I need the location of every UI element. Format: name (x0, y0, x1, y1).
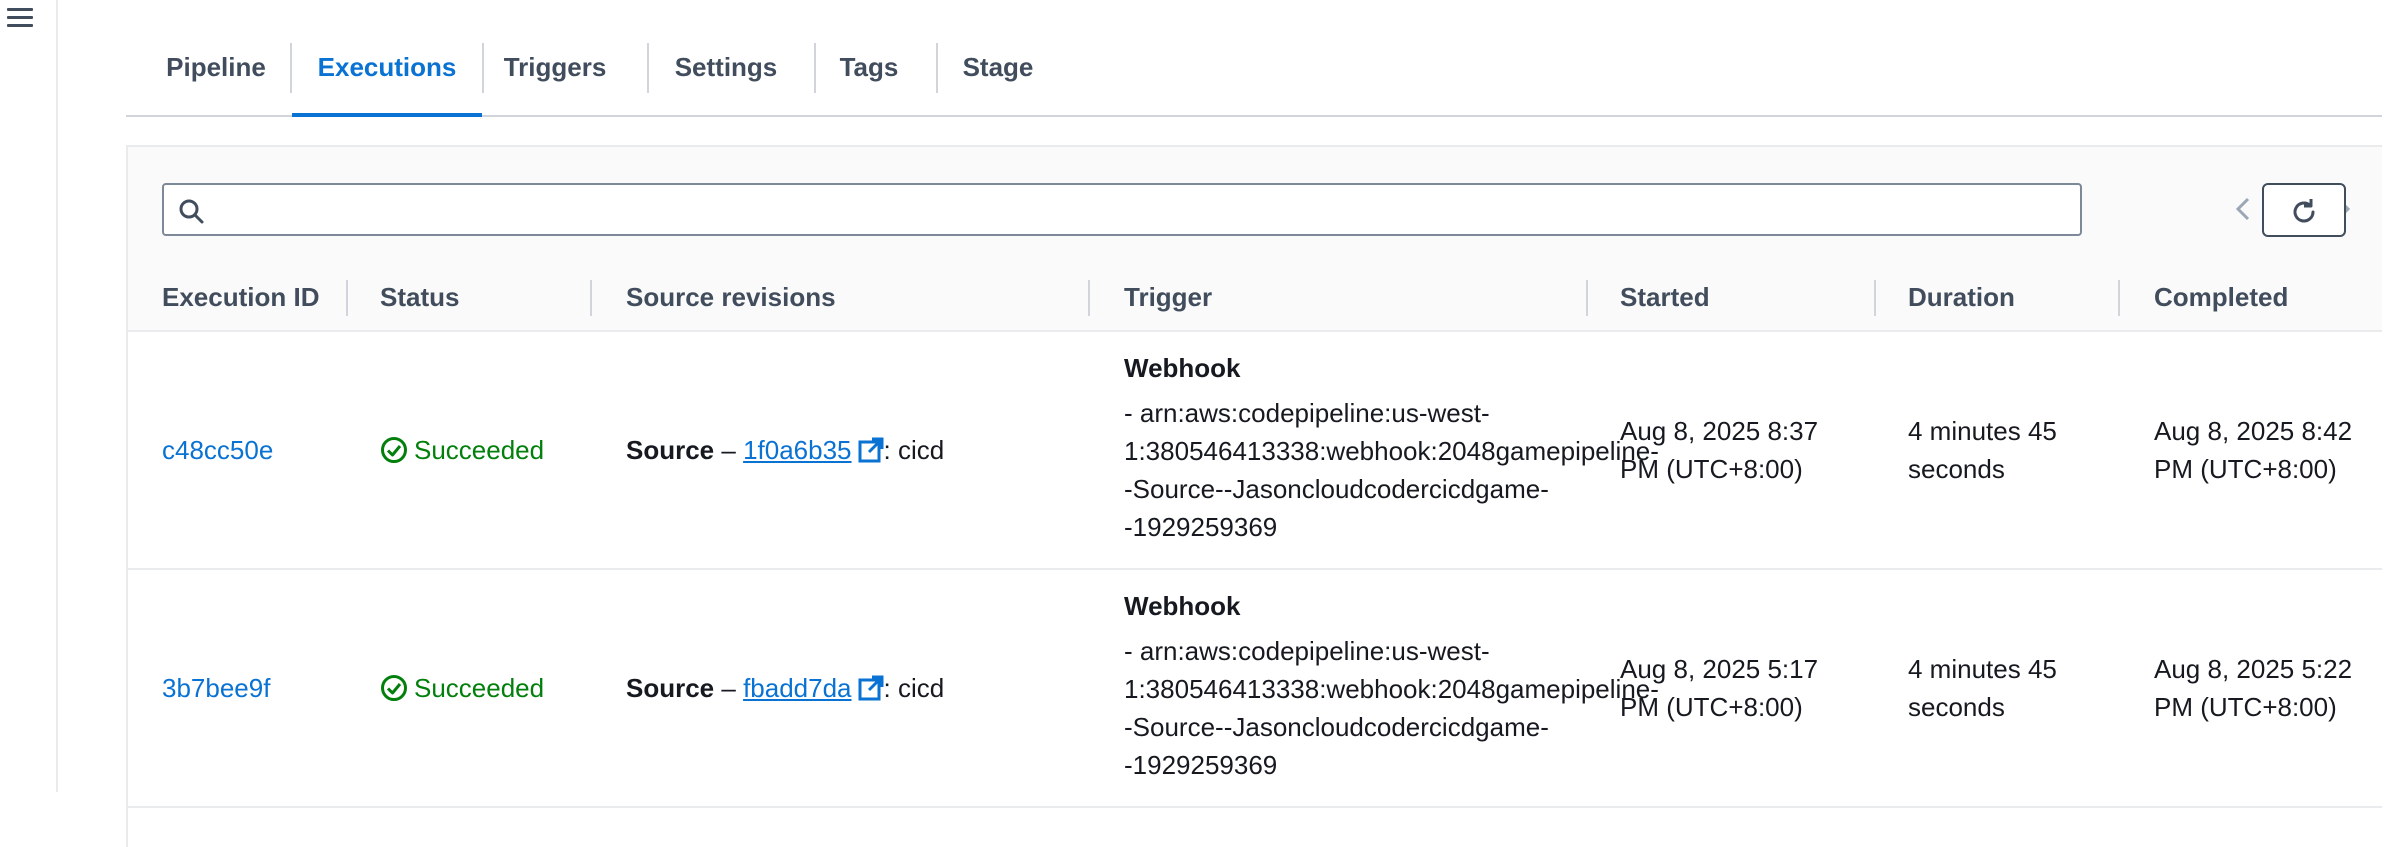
table-row: c48cc50e Succeeded Source – 1f0a6b35 : ci… (128, 332, 2382, 570)
started-time: Aug 8, 2025 5:17 PM (UTC+8:00) (1620, 650, 1818, 726)
duration: 4 minutes 45 seconds (1908, 412, 2057, 488)
tab-divider (482, 43, 484, 93)
execution-id-link[interactable]: c48cc50e (162, 431, 273, 469)
tab-divider (647, 43, 649, 93)
column-divider (346, 280, 348, 316)
source-label: Source (626, 673, 715, 703)
duration-line: 4 minutes 45 (1908, 654, 2057, 684)
completed-line: Aug 8, 2025 5:22 (2154, 654, 2353, 684)
success-check-icon (381, 437, 407, 463)
duration-line: seconds (1908, 692, 2005, 722)
column-divider (590, 280, 592, 316)
tab-executions[interactable]: Executions (292, 20, 482, 117)
column-header-duration[interactable]: Duration (1908, 264, 2015, 330)
trigger-line: - arn:aws:codepipeline:us-west- (1124, 636, 1490, 666)
source-revision: Source – fbadd7da : cicd (626, 669, 944, 707)
started-line: Aug 8, 2025 8:37 (1620, 416, 1819, 446)
trigger-type: Webhook (1124, 353, 1241, 383)
source-revision: Source – 1f0a6b35 : cicd (626, 431, 944, 469)
tab-tags[interactable]: Tags (832, 20, 906, 115)
table-row: 3b7bee9f Succeeded Source – fbadd7da : ci… (128, 570, 2382, 808)
trigger-line: -1929259369 (1124, 750, 1278, 780)
tab-bar: Pipeline Executions Triggers Settings Ta… (126, 20, 2382, 117)
hamburger-icon[interactable] (7, 8, 33, 28)
execution-id-link[interactable]: 3b7bee9f (162, 669, 270, 707)
success-check-icon (381, 675, 407, 701)
status-badge: Succeeded (380, 431, 544, 469)
trigger-type: Webhook (1124, 591, 1241, 621)
trigger-details: Webhook - arn:aws:codepipeline:us-west- … (1124, 587, 1659, 784)
source-label: Source (626, 435, 715, 465)
panel-header: 1 (128, 147, 2382, 264)
refresh-button[interactable] (2262, 183, 2346, 237)
external-link-icon[interactable] (858, 437, 884, 463)
commit-link[interactable]: 1f0a6b35 (743, 435, 851, 465)
source-branch: : cicd (883, 435, 945, 465)
trigger-line: 1:380546413338:webhook:2048gamepipeline- (1124, 436, 1659, 466)
tab-stage[interactable]: Stage (952, 20, 1044, 115)
column-divider (1586, 280, 1588, 316)
column-divider (2118, 280, 2120, 316)
duration-line: 4 minutes 45 (1908, 416, 2057, 446)
column-header-trigger[interactable]: Trigger (1124, 264, 1212, 330)
completed-time: Aug 8, 2025 8:42 PM (UTC+8:00) (2154, 412, 2352, 488)
trigger-line: 1:380546413338:webhook:2048gamepipeline- (1124, 674, 1659, 704)
status-text: Succeeded (414, 673, 545, 703)
side-navigation-rail (0, 0, 58, 792)
external-link-icon[interactable] (858, 675, 884, 701)
tab-pipeline[interactable]: Pipeline (160, 20, 272, 115)
column-header-started[interactable]: Started (1620, 264, 1710, 330)
search-input[interactable] (162, 183, 2082, 236)
commit-link[interactable]: fbadd7da (743, 673, 851, 703)
trigger-line: -Source--Jasoncloudcodercicdgame- (1124, 474, 1549, 504)
column-divider (1874, 280, 1876, 316)
column-divider (1088, 280, 1090, 316)
trigger-line: -1929259369 (1124, 512, 1278, 542)
source-dash: – (714, 435, 744, 465)
started-time: Aug 8, 2025 8:37 PM (UTC+8:00) (1620, 412, 1818, 488)
chevron-left-icon[interactable] (2228, 193, 2260, 225)
source-branch: : cicd (883, 673, 945, 703)
tab-divider (936, 43, 938, 93)
tab-settings[interactable]: Settings (666, 20, 786, 115)
status-text: Succeeded (414, 435, 545, 465)
trigger-details: Webhook - arn:aws:codepipeline:us-west- … (1124, 349, 1659, 546)
started-line: Aug 8, 2025 5:17 (1620, 654, 1819, 684)
completed-line: PM (UTC+8:00) (2154, 692, 2337, 722)
trigger-line: - arn:aws:codepipeline:us-west- (1124, 398, 1490, 428)
source-dash: – (714, 673, 744, 703)
search-icon (179, 199, 204, 224)
completed-line: Aug 8, 2025 8:42 (2154, 416, 2353, 446)
column-header-completed[interactable]: Completed (2154, 264, 2288, 330)
column-header-execution-id[interactable]: Execution ID (162, 264, 319, 330)
duration-line: seconds (1908, 454, 2005, 484)
status-badge: Succeeded (380, 669, 544, 707)
started-line: PM (UTC+8:00) (1620, 692, 1803, 722)
refresh-icon (2293, 199, 2315, 223)
trigger-line: -Source--Jasoncloudcodercicdgame- (1124, 712, 1549, 742)
column-header-source-revisions[interactable]: Source revisions (626, 264, 836, 330)
duration: 4 minutes 45 seconds (1908, 650, 2057, 726)
completed-line: PM (UTC+8:00) (2154, 454, 2337, 484)
table-header: Execution ID Status Source revisions Tri… (128, 264, 2382, 332)
executions-panel: 1 Execution ID Status Source revisions T… (126, 145, 2382, 847)
tab-triggers[interactable]: Triggers (500, 20, 610, 115)
column-header-status[interactable]: Status (380, 264, 459, 330)
tab-divider (814, 43, 816, 93)
started-line: PM (UTC+8:00) (1620, 454, 1803, 484)
completed-time: Aug 8, 2025 5:22 PM (UTC+8:00) (2154, 650, 2352, 726)
